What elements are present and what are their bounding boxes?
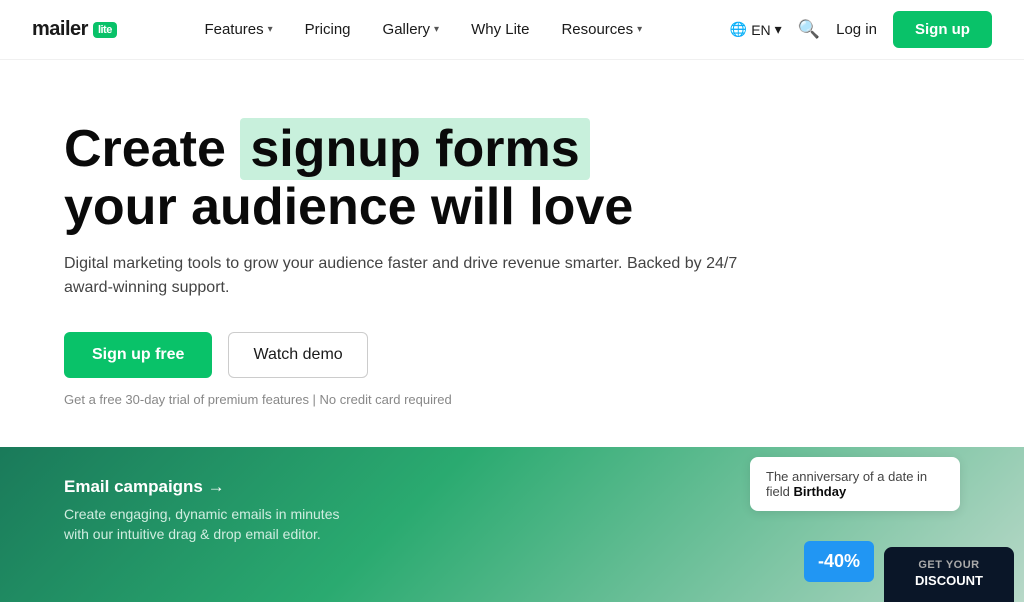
- discount-percent-badge: -40%: [804, 541, 874, 582]
- chevron-down-icon: ▾: [268, 24, 273, 35]
- nav-center: Features ▾ Pricing Gallery ▾ Why Lite Re…: [204, 21, 642, 38]
- hero-buttons: Sign up free Watch demo: [64, 332, 836, 378]
- hero-section: Create signup forms your audience will l…: [0, 60, 900, 447]
- navbar: mailer lite Features ▾ Pricing Gallery ▾…: [0, 0, 1024, 60]
- hero-subheadline: Digital marketing tools to grow your aud…: [64, 252, 744, 300]
- chevron-down-icon-lang: ▾: [775, 21, 782, 38]
- chevron-down-icon-gallery: ▾: [434, 24, 439, 35]
- email-campaigns-title: Email campaigns →: [64, 477, 344, 497]
- watch-demo-button[interactable]: Watch demo: [228, 332, 367, 378]
- hero-headline: Create signup forms your audience will l…: [64, 120, 836, 236]
- nav-signup-button[interactable]: Sign up: [893, 11, 992, 48]
- nav-features[interactable]: Features ▾: [204, 21, 272, 38]
- birthday-trigger-text: The anniversary of a date in field Birth…: [766, 469, 944, 499]
- logo-brand: mailer: [32, 18, 88, 41]
- hero-disclaimer: Get a free 30-day trial of premium featu…: [64, 392, 836, 407]
- signup-free-button[interactable]: Sign up free: [64, 332, 212, 378]
- birthday-trigger-card: The anniversary of a date in field Birth…: [750, 457, 960, 511]
- discount-badge: GET YOUR DISCOUNT: [884, 547, 1014, 602]
- chevron-down-icon-resources: ▾: [637, 24, 642, 35]
- email-campaigns-desc: Create engaging, dynamic emails in minut…: [64, 505, 344, 544]
- logo: mailer lite: [32, 18, 117, 41]
- globe-icon: 🌐: [730, 21, 747, 38]
- nav-why-lite[interactable]: Why Lite: [471, 21, 529, 38]
- bottom-section: Email campaigns → Create engaging, dynam…: [0, 447, 1024, 602]
- login-button[interactable]: Log in: [836, 21, 877, 38]
- nav-gallery[interactable]: Gallery ▾: [383, 21, 440, 38]
- search-icon[interactable]: 🔍: [798, 19, 820, 40]
- hero-highlight: signup forms: [240, 118, 589, 180]
- nav-resources[interactable]: Resources ▾: [561, 21, 642, 38]
- logo-badge: lite: [93, 22, 117, 38]
- email-campaigns-card: Email campaigns → Create engaging, dynam…: [64, 477, 344, 544]
- nav-pricing[interactable]: Pricing: [305, 21, 351, 38]
- discount-get-your: GET YOUR: [898, 559, 1000, 571]
- discount-label: DISCOUNT: [898, 573, 1000, 588]
- language-selector[interactable]: 🌐 EN ▾: [730, 21, 782, 38]
- nav-right: 🌐 EN ▾ 🔍 Log in Sign up: [730, 11, 992, 48]
